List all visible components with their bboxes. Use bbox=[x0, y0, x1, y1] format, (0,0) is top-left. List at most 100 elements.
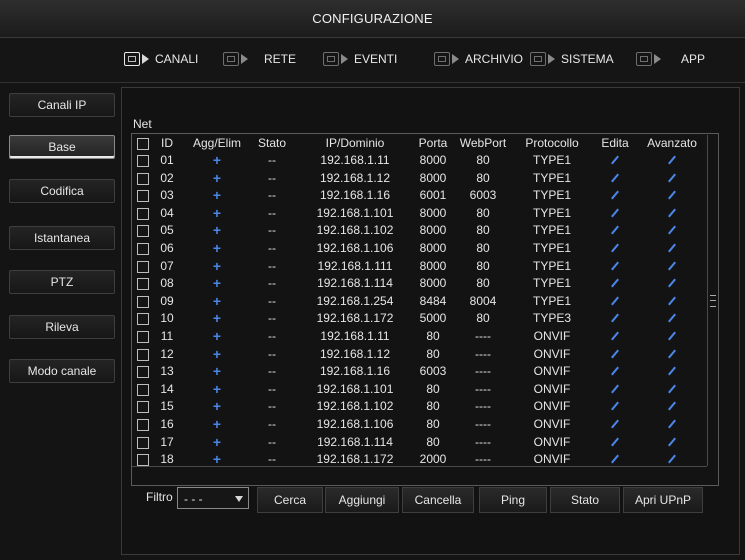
table-row[interactable]: 04 + -- 192.168.1.101 8000 80 TYPE1 bbox=[132, 205, 706, 222]
add-icon[interactable]: + bbox=[184, 381, 250, 398]
row-checkbox[interactable] bbox=[136, 222, 150, 239]
table-row[interactable]: 09 + -- 192.168.1.254 8484 8004 TYPE1 bbox=[132, 293, 706, 310]
edit-icon[interactable] bbox=[592, 328, 638, 345]
add-button[interactable]: Aggiungi bbox=[325, 487, 399, 513]
edit-icon[interactable] bbox=[592, 222, 638, 239]
edit-icon[interactable] bbox=[592, 170, 638, 187]
sidebar-item-codifica[interactable]: Codifica bbox=[9, 179, 115, 203]
row-checkbox[interactable] bbox=[136, 293, 150, 310]
row-checkbox[interactable] bbox=[136, 152, 150, 169]
ping-button[interactable]: Ping bbox=[479, 487, 547, 513]
add-icon[interactable]: + bbox=[184, 187, 250, 204]
add-icon[interactable]: + bbox=[184, 222, 250, 239]
sidebar-item-istantanea[interactable]: Istantanea bbox=[9, 226, 115, 250]
edit-icon[interactable] bbox=[592, 275, 638, 292]
sidebar-item-ptz[interactable]: PTZ bbox=[9, 270, 115, 294]
add-icon[interactable]: + bbox=[184, 398, 250, 415]
tab-sistema[interactable]: SISTEMA bbox=[530, 48, 614, 70]
scroll-grip-icon[interactable] bbox=[710, 295, 716, 307]
horizontal-scrollbar[interactable] bbox=[132, 466, 707, 483]
row-checkbox[interactable] bbox=[136, 240, 150, 257]
delete-button[interactable]: Cancella bbox=[402, 487, 474, 513]
advanced-edit-icon[interactable] bbox=[638, 434, 706, 451]
add-icon[interactable]: + bbox=[184, 328, 250, 345]
sidebar-item-rileva[interactable]: Rileva bbox=[9, 315, 115, 339]
edit-icon[interactable] bbox=[592, 398, 638, 415]
table-row[interactable]: 03 + -- 192.168.1.16 6001 6003 TYPE1 bbox=[132, 187, 706, 204]
row-checkbox[interactable] bbox=[136, 170, 150, 187]
advanced-edit-icon[interactable] bbox=[638, 293, 706, 310]
row-checkbox[interactable] bbox=[136, 416, 150, 433]
advanced-edit-icon[interactable] bbox=[638, 416, 706, 433]
search-button[interactable]: Cerca bbox=[257, 487, 323, 513]
advanced-edit-icon[interactable] bbox=[638, 152, 706, 169]
edit-icon[interactable] bbox=[592, 152, 638, 169]
row-checkbox[interactable] bbox=[136, 434, 150, 451]
edit-icon[interactable] bbox=[592, 346, 638, 363]
advanced-edit-icon[interactable] bbox=[638, 222, 706, 239]
edit-icon[interactable] bbox=[592, 293, 638, 310]
table-row[interactable]: 05 + -- 192.168.1.102 8000 80 TYPE1 bbox=[132, 222, 706, 239]
edit-icon[interactable] bbox=[592, 240, 638, 257]
row-checkbox[interactable] bbox=[136, 275, 150, 292]
advanced-edit-icon[interactable] bbox=[638, 205, 706, 222]
edit-icon[interactable] bbox=[592, 363, 638, 380]
table-row[interactable]: 12 + -- 192.168.1.12 80 ---- ONVIF bbox=[132, 346, 706, 363]
add-icon[interactable]: + bbox=[184, 416, 250, 433]
add-icon[interactable]: + bbox=[184, 240, 250, 257]
select-all-checkbox[interactable] bbox=[136, 135, 150, 152]
table-row[interactable]: 08 + -- 192.168.1.114 8000 80 TYPE1 bbox=[132, 275, 706, 292]
add-icon[interactable]: + bbox=[184, 205, 250, 222]
tab-app[interactable]: APP bbox=[636, 48, 705, 70]
vertical-scrollbar[interactable] bbox=[707, 135, 718, 466]
table-row[interactable]: 16 + -- 192.168.1.106 80 ---- ONVIF bbox=[132, 416, 706, 433]
row-checkbox[interactable] bbox=[136, 310, 150, 327]
table-row[interactable]: 11 + -- 192.168.1.11 80 ---- ONVIF bbox=[132, 328, 706, 345]
edit-icon[interactable] bbox=[592, 381, 638, 398]
tab-canali[interactable]: CANALI bbox=[124, 48, 198, 70]
table-row[interactable]: 06 + -- 192.168.1.106 8000 80 TYPE1 bbox=[132, 240, 706, 257]
edit-icon[interactable] bbox=[592, 258, 638, 275]
tab-eventi[interactable]: EVENTI bbox=[323, 48, 397, 70]
row-checkbox[interactable] bbox=[136, 398, 150, 415]
row-checkbox[interactable] bbox=[136, 363, 150, 380]
table-row[interactable]: 13 + -- 192.168.1.16 6003 ---- ONVIF bbox=[132, 363, 706, 380]
table-row[interactable]: 01 + -- 192.168.1.11 8000 80 TYPE1 bbox=[132, 152, 706, 169]
advanced-edit-icon[interactable] bbox=[638, 398, 706, 415]
edit-icon[interactable] bbox=[592, 416, 638, 433]
row-checkbox[interactable] bbox=[136, 381, 150, 398]
status-button[interactable]: Stato bbox=[550, 487, 620, 513]
advanced-edit-icon[interactable] bbox=[638, 275, 706, 292]
table-row[interactable]: 14 + -- 192.168.1.101 80 ---- ONVIF bbox=[132, 381, 706, 398]
advanced-edit-icon[interactable] bbox=[638, 187, 706, 204]
add-icon[interactable]: + bbox=[184, 275, 250, 292]
sidebar-item-modo-canale[interactable]: Modo canale bbox=[9, 359, 115, 383]
add-icon[interactable]: + bbox=[184, 434, 250, 451]
add-icon[interactable]: + bbox=[184, 152, 250, 169]
filter-select[interactable]: - - - bbox=[177, 487, 249, 509]
row-checkbox[interactable] bbox=[136, 346, 150, 363]
advanced-edit-icon[interactable] bbox=[638, 346, 706, 363]
add-icon[interactable]: + bbox=[184, 293, 250, 310]
tab-rete[interactable]: RETE bbox=[223, 48, 296, 70]
tab-archivio[interactable]: ARCHIVIO bbox=[434, 48, 523, 70]
row-checkbox[interactable] bbox=[136, 258, 150, 275]
advanced-edit-icon[interactable] bbox=[638, 170, 706, 187]
sidebar-item-canali-ip[interactable]: Canali IP bbox=[9, 93, 115, 117]
edit-icon[interactable] bbox=[592, 205, 638, 222]
open-upnp-button[interactable]: Apri UPnP bbox=[623, 487, 703, 513]
add-icon[interactable]: + bbox=[184, 363, 250, 380]
edit-icon[interactable] bbox=[592, 434, 638, 451]
advanced-edit-icon[interactable] bbox=[638, 258, 706, 275]
table-row[interactable]: 15 + -- 192.168.1.102 80 ---- ONVIF bbox=[132, 398, 706, 415]
add-icon[interactable]: + bbox=[184, 170, 250, 187]
advanced-edit-icon[interactable] bbox=[638, 328, 706, 345]
advanced-edit-icon[interactable] bbox=[638, 363, 706, 380]
add-icon[interactable]: + bbox=[184, 346, 250, 363]
add-icon[interactable]: + bbox=[184, 310, 250, 327]
table-row[interactable]: 10 + -- 192.168.1.172 5000 80 TYPE3 bbox=[132, 310, 706, 327]
row-checkbox[interactable] bbox=[136, 328, 150, 345]
row-checkbox[interactable] bbox=[136, 187, 150, 204]
table-row[interactable]: 07 + -- 192.168.1.111 8000 80 TYPE1 bbox=[132, 258, 706, 275]
sidebar-item-base[interactable]: Base bbox=[9, 135, 115, 159]
